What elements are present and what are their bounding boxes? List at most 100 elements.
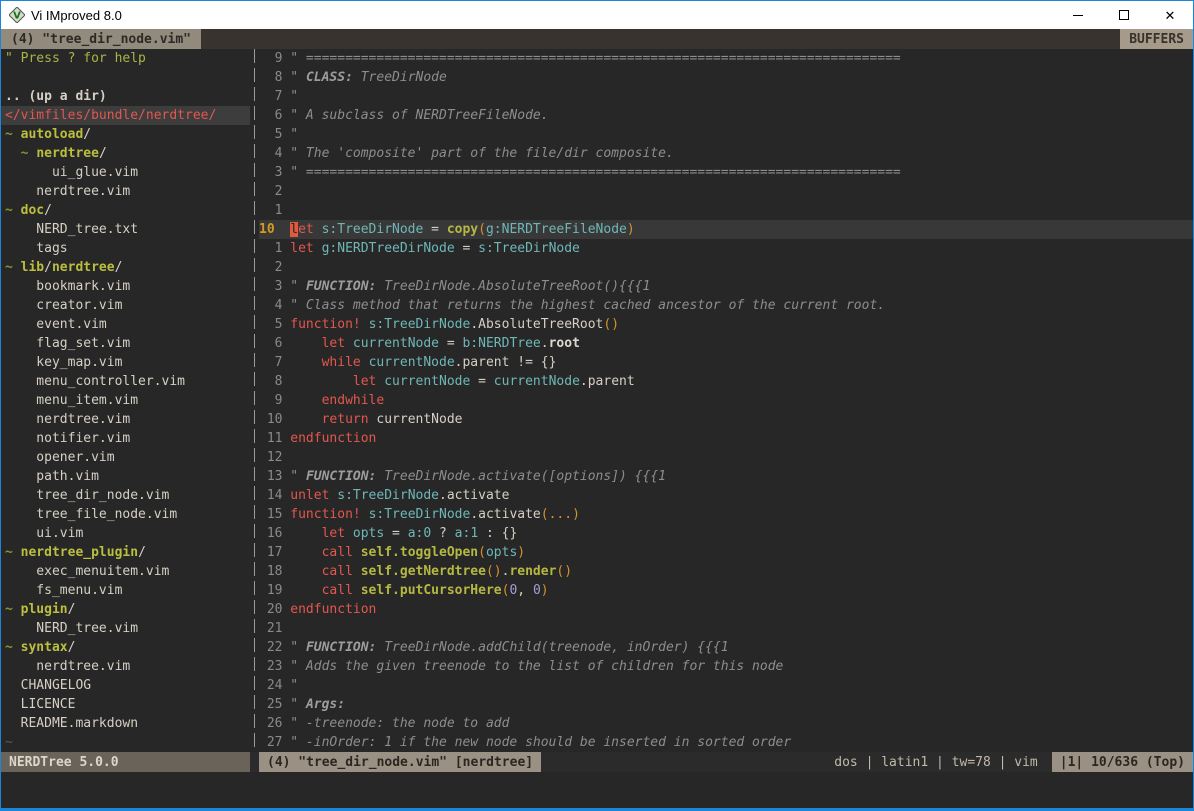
tree-item[interactable]: ~ autoload/ xyxy=(5,125,250,144)
tree-item[interactable]: menu_item.vim xyxy=(5,391,250,410)
code-line[interactable]: 2 xyxy=(259,182,1193,201)
code-line[interactable]: 8 let currentNode = currentNode.parent xyxy=(259,372,1193,391)
code-line[interactable]: 24" xyxy=(259,676,1193,695)
tree-item[interactable]: ~ syntax/ xyxy=(5,638,250,657)
text-segment: / xyxy=(68,640,76,655)
text-segment: currentNode xyxy=(369,412,463,427)
code-line[interactable]: 3" =====================================… xyxy=(259,163,1193,182)
maximize-button[interactable] xyxy=(1101,1,1147,29)
tab-active[interactable]: (4) "tree_dir_node.vim" xyxy=(1,29,201,49)
tree-item[interactable]: creator.vim xyxy=(5,296,250,315)
code-line[interactable]: 9" =====================================… xyxy=(259,49,1193,68)
tree-item[interactable]: tags xyxy=(5,239,250,258)
code-line[interactable]: 19 call self.putCursorHere(0, 0) xyxy=(259,581,1193,600)
minimize-button[interactable] xyxy=(1055,1,1101,29)
tree-item[interactable]: key_map.vim xyxy=(5,353,250,372)
nerdtree-panel[interactable]: " Press ? for help .. (up a dir)</vimfile… xyxy=(1,49,250,752)
tree-item[interactable]: ~ nerdtree_plugin/ xyxy=(5,543,250,562)
code-line[interactable]: 13" FUNCTION: TreeDirNode.activate([opti… xyxy=(259,467,1193,486)
code-line[interactable]: 23" Adds the given treenode to the list … xyxy=(259,657,1193,676)
code-line[interactable]: 7 while currentNode.parent != {} xyxy=(259,353,1193,372)
text-segment: ) xyxy=(541,583,549,598)
tree-item[interactable]: opener.vim xyxy=(5,448,250,467)
code-line[interactable]: 1let g:NERDTreeDirNode = s:TreeDirNode xyxy=(259,239,1193,258)
tree-item[interactable]: README.markdown xyxy=(5,714,250,733)
tree-item[interactable]: ui_glue.vim xyxy=(5,163,250,182)
line-number: 17 xyxy=(259,543,282,562)
tree-item[interactable]: ~ plugin/ xyxy=(5,600,250,619)
code-line[interactable]: 6" A subclass of NERDTreeFileNode. xyxy=(259,106,1193,125)
code-line[interactable]: 12 xyxy=(259,448,1193,467)
code-line[interactable]: 4" The 'composite' part of the file/dir … xyxy=(259,144,1193,163)
text-segment: endfunction xyxy=(290,431,376,446)
buffers-label[interactable]: BUFFERS xyxy=(1120,29,1193,49)
code-line[interactable]: 16 let opts = a:0 ? a:1 : {} xyxy=(259,524,1193,543)
tree-item[interactable]: event.vim xyxy=(5,315,250,334)
tree-item[interactable]: menu_controller.vim xyxy=(5,372,250,391)
code-line[interactable]: 25" Args: xyxy=(259,695,1193,714)
tree-item[interactable]: NERD_tree.txt xyxy=(5,220,250,239)
tree-item[interactable]: flag_set.vim xyxy=(5,334,250,353)
code-line[interactable]: 14unlet s:TreeDirNode.activate xyxy=(259,486,1193,505)
code-line[interactable]: 3" FUNCTION: TreeDirNode.AbsoluteTreeRoo… xyxy=(259,277,1193,296)
text-segment xyxy=(290,583,321,598)
text-segment xyxy=(345,336,353,351)
code-line[interactable]: 17 call self.toggleOpen(opts) xyxy=(259,543,1193,562)
code-panel[interactable]: 9" =====================================… xyxy=(259,49,1193,752)
code-line[interactable]: 7" xyxy=(259,87,1193,106)
code-line[interactable]: 6 let currentNode = b:NERDTree.root xyxy=(259,334,1193,353)
code-line[interactable]: 27" -inOrder: 1 if the new node should b… xyxy=(259,733,1193,752)
tree-item[interactable]: " Press ? for help xyxy=(5,49,250,68)
tree-item[interactable]: exec_menuitem.vim xyxy=(5,562,250,581)
text-segment: " xyxy=(290,640,306,655)
code-line[interactable]: 1 xyxy=(259,201,1193,220)
tree-item[interactable] xyxy=(5,68,250,87)
tree-item[interactable]: fs_menu.vim xyxy=(5,581,250,600)
code-line[interactable]: 10 return currentNode xyxy=(259,410,1193,429)
code-line[interactable]: 5function! s:TreeDirNode.AbsoluteTreeRoo… xyxy=(259,315,1193,334)
file-format-status: dos | latin1 | tw=78 | vim xyxy=(820,752,1052,772)
tree-item[interactable]: .. (up a dir) xyxy=(5,87,250,106)
code-line[interactable]: 21 xyxy=(259,619,1193,638)
tree-item[interactable]: </vimfiles/bundle/nerdtree/ xyxy=(1,106,250,125)
tree-item[interactable]: notifier.vim xyxy=(5,429,250,448)
code-line[interactable]: 26" -treenode: the node to add xyxy=(259,714,1193,733)
code-line[interactable]: 15function! s:TreeDirNode.activate(...) xyxy=(259,505,1193,524)
tree-item[interactable]: LICENCE xyxy=(5,695,250,714)
code-line[interactable]: 4" Class method that returns the highest… xyxy=(259,296,1193,315)
code-line[interactable]: 20endfunction xyxy=(259,600,1193,619)
text-segment: = xyxy=(455,241,478,256)
tree-item[interactable]: path.vim xyxy=(5,467,250,486)
tree-item[interactable]: ~ nerdtree/ xyxy=(5,144,250,163)
code-line[interactable]: 11endfunction xyxy=(259,429,1193,448)
code-line[interactable]: 8" CLASS: TreeDirNode xyxy=(259,68,1193,87)
tree-item[interactable]: nerdtree.vim xyxy=(5,657,250,676)
code-line[interactable]: 5" xyxy=(259,125,1193,144)
tree-item[interactable]: nerdtree.vim xyxy=(5,182,250,201)
line-number: 2 xyxy=(259,182,282,201)
tree-item[interactable]: NERD_tree.vim xyxy=(5,619,250,638)
command-line[interactable] xyxy=(1,772,1193,808)
text-segment: event.vim xyxy=(5,317,107,332)
code-line[interactable]: 10 let s:TreeDirNode = copy(g:NERDTreeFi… xyxy=(259,220,1193,239)
tree-item[interactable]: bookmark.vim xyxy=(5,277,250,296)
text-segment: plugin xyxy=(21,602,68,617)
code-line[interactable]: 2 xyxy=(259,258,1193,277)
text-segment: " Adds the given treenode to the list of… xyxy=(290,659,783,674)
tree-item[interactable]: tree_file_node.vim xyxy=(5,505,250,524)
tree-item[interactable]: ~ doc/ xyxy=(5,201,250,220)
tree-item[interactable]: ~ lib/nerdtree/ xyxy=(5,258,250,277)
line-number: 3 xyxy=(259,277,282,296)
tree-item[interactable]: tree_dir_node.vim xyxy=(5,486,250,505)
tree-item[interactable]: CHANGELOG xyxy=(5,676,250,695)
text-segment xyxy=(290,412,321,427)
window-separator[interactable] xyxy=(250,49,259,752)
code-line[interactable]: 22" FUNCTION: TreeDirNode.addChild(treen… xyxy=(259,638,1193,657)
code-line[interactable]: 18 call self.getNerdtree().render() xyxy=(259,562,1193,581)
code-line[interactable]: 9 endwhile xyxy=(259,391,1193,410)
tree-item[interactable]: ui.vim xyxy=(5,524,250,543)
tree-item[interactable]: ~ xyxy=(5,733,250,752)
line-number: 21 xyxy=(259,619,282,638)
close-button[interactable]: ✕ xyxy=(1147,1,1193,29)
tree-item[interactable]: nerdtree.vim xyxy=(5,410,250,429)
